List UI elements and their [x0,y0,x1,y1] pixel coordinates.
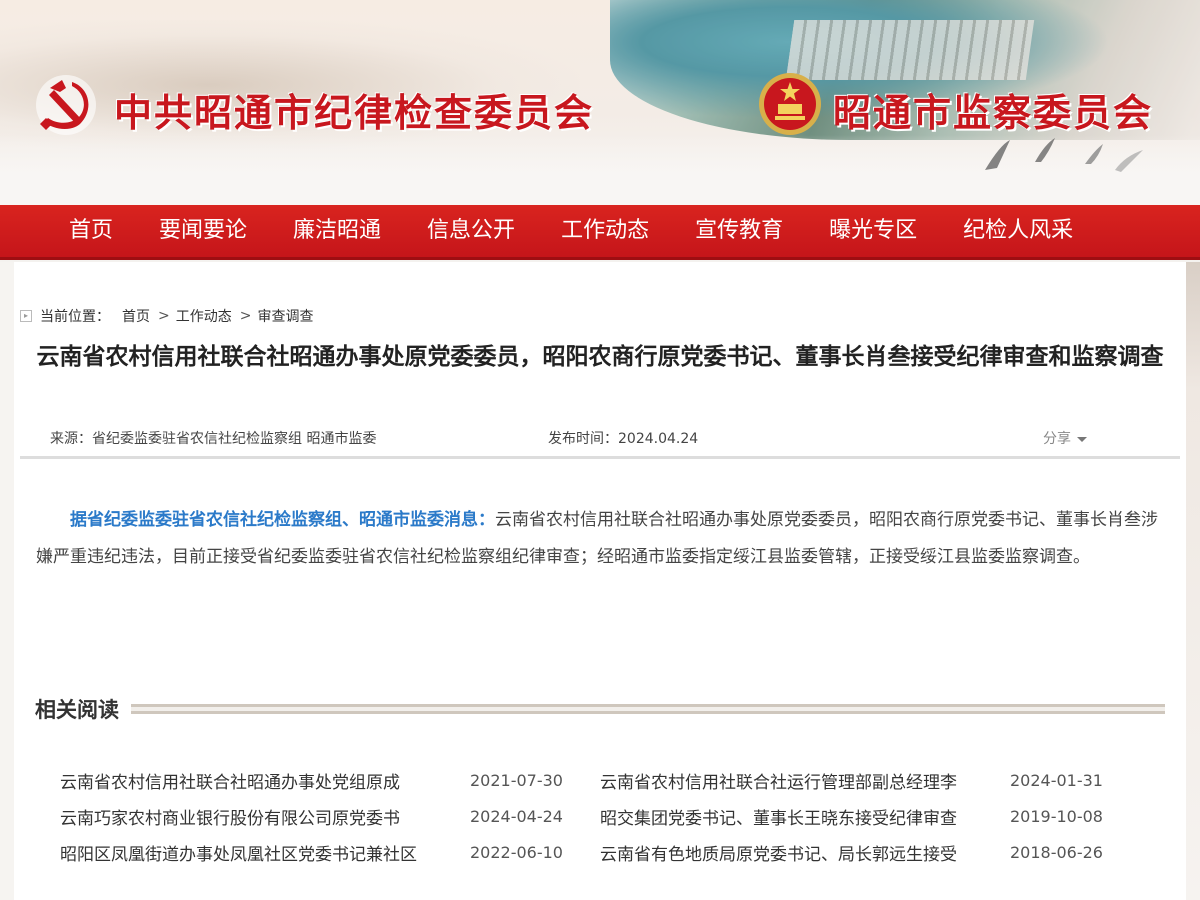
share-button[interactable]: 分享 [1043,428,1087,448]
title-divider [20,456,1180,459]
left-margin [0,262,14,900]
article-publish-date: 发布时间：2024.04.24 [548,431,699,447]
party-emblem-icon [36,75,96,135]
related-item-date: 2024-04-24 [470,806,563,826]
national-emblem-icon [759,73,821,135]
related-item[interactable]: 云南巧家农村商业银行股份有限公司原党委书 2024-04-24 [60,804,600,829]
related-item[interactable]: 云南省农村信用社联合社运行管理部副总经理李 2024-01-31 [600,768,1140,793]
related-reading-title: 相关阅读 [35,698,119,722]
related-item[interactable]: 昭阳区凤凰街道办事处凤凰社区党委书记兼社区 2022-06-10 [60,840,600,865]
birds-decoration [985,138,1143,172]
article-title: 云南省农村信用社联合社昭通办事处原党委委员，昭阳农商行原党委书记、董事长肖叁接受… [36,344,1164,370]
main-nav: 首页 要闻要论 廉洁昭通 信息公开 工作动态 宣传教育 曝光专区 纪检人风采 [0,205,1200,260]
breadcrumb-home[interactable]: 首页 [122,306,150,326]
site-banner: 中共昭通市纪律检查委员会 昭通市监察委员会 [0,0,1200,205]
cdi-site-title: 中共昭通市纪律检查委员会 [114,90,595,135]
related-row: 云南巧家农村商业银行股份有限公司原党委书 2024-04-24 昭交集团党委书记… [60,798,1140,834]
related-item-title[interactable]: 云南省农村信用社联合社运行管理部副总经理李 [600,768,1010,793]
related-item-date: 2022-06-10 [470,842,563,862]
related-item-date: 2018-06-26 [1010,842,1103,862]
related-reading-bar [131,704,1165,714]
article-body: 据省纪委监委驻省农信社纪检监察组、昭通市监委消息：云南省农村信用社联合社昭通办事… [36,502,1164,576]
supervision-site-title: 昭通市监察委员会 [833,90,1154,135]
nav-item-clean-zhaotong[interactable]: 廉洁昭通 [270,205,404,257]
nav-item-info-disclosure[interactable]: 信息公开 [404,205,538,257]
related-item[interactable]: 昭交集团党委书记、董事长王晓东接受纪律审查 2019-10-08 [600,804,1140,829]
related-row: 昭阳区凤凰街道办事处凤凰社区党委书记兼社区 2022-06-10 云南省有色地质… [60,834,1140,870]
nav-item-home[interactable]: 首页 [46,205,136,257]
banner-dam-image [785,20,1035,80]
nav-item-news[interactable]: 要闻要论 [136,205,270,257]
related-reading-list: 云南省农村信用社联合社昭通办事处党组原成 2021-07-30 云南省农村信用社… [60,762,1140,870]
related-item-date: 2024-01-31 [1010,770,1103,790]
related-item-date: 2021-07-30 [470,770,563,790]
related-item[interactable]: 云南省有色地质局原党委书记、局长郭远生接受 2018-06-26 [600,840,1140,865]
article-source: 来源：省纪委监委驻省农信社纪检监察组 昭通市监委 [50,431,377,447]
nav-item-exposure[interactable]: 曝光专区 [806,205,940,257]
right-decoration [1186,262,1200,900]
related-item-title[interactable]: 昭交集团党委书记、董事长王晓东接受纪律审查 [600,804,1010,829]
breadcrumb: ▸ 当前位置： 首页 > 工作动态 > 审查调查 [20,306,313,326]
related-item-title[interactable]: 云南省农村信用社联合社昭通办事处党组原成 [60,768,470,793]
breadcrumb-review-investigation[interactable]: 审查调查 [257,306,313,326]
breadcrumb-work-news[interactable]: 工作动态 [176,306,232,326]
location-icon: ▸ [20,310,32,322]
article-meta: 来源：省纪委监委驻省农信社纪检监察组 昭通市监委 发布时间：2024.04.24 [50,428,1090,448]
share-label: 分享 [1043,431,1071,447]
nav-item-work-news[interactable]: 工作动态 [538,205,672,257]
related-item-title[interactable]: 昭阳区凤凰街道办事处凤凰社区党委书记兼社区 [60,840,470,865]
nav-item-education[interactable]: 宣传教育 [672,205,806,257]
article-lead: 据省纪委监委驻省农信社纪检监察组、昭通市监委消息： [70,510,495,530]
related-item-date: 2019-10-08 [1010,806,1103,826]
related-item-title[interactable]: 云南省有色地质局原党委书记、局长郭远生接受 [600,840,1010,865]
related-row: 云南省农村信用社联合社昭通办事处党组原成 2021-07-30 云南省农村信用社… [60,762,1140,798]
related-reading-header: 相关阅读 [35,694,1165,724]
article-panel: ▸ 当前位置： 首页 > 工作动态 > 审查调查 云南省农村信用社联合社昭通办事… [14,262,1186,900]
breadcrumb-separator: > [158,308,170,324]
nav-item-staff-profile[interactable]: 纪检人风采 [940,205,1096,257]
breadcrumb-label: 当前位置： [40,309,110,325]
related-item[interactable]: 云南省农村信用社联合社昭通办事处党组原成 2021-07-30 [60,768,600,793]
breadcrumb-separator: > [239,308,252,324]
chevron-down-icon [1077,436,1087,442]
related-item-title[interactable]: 云南巧家农村商业银行股份有限公司原党委书 [60,804,470,829]
